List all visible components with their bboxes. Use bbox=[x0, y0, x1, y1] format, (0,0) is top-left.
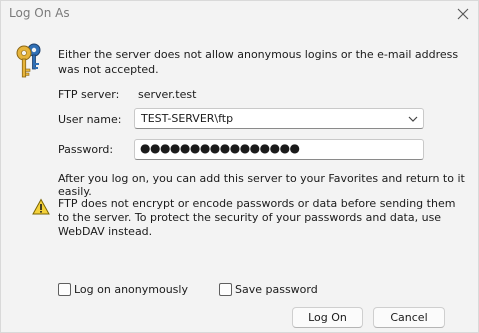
favorites-info-text: After you log on, you can add this serve… bbox=[58, 172, 465, 198]
cancel-button[interactable]: Cancel bbox=[373, 307, 445, 328]
keys-icon bbox=[16, 43, 41, 78]
save-password-checkbox[interactable] bbox=[219, 283, 232, 296]
ftp-server-value: server.test bbox=[138, 88, 197, 101]
warning-icon bbox=[32, 198, 50, 215]
user-name-label: User name: bbox=[58, 113, 122, 126]
logon-dialog: Log On As Either the server does not all… bbox=[0, 0, 479, 333]
user-name-combobox[interactable]: TEST-SERVER\ftp bbox=[134, 108, 424, 129]
chevron-down-icon[interactable] bbox=[407, 113, 419, 125]
close-button[interactable] bbox=[454, 5, 472, 23]
error-message: Either the server does not allow anonymo… bbox=[58, 48, 459, 76]
log-on-anonymously-option[interactable]: Log on anonymously bbox=[58, 283, 188, 296]
cancel-button-label: Cancel bbox=[390, 311, 428, 324]
password-field[interactable]: ●●●●●●●●●●●●●●●● bbox=[134, 139, 424, 160]
log-on-anonymously-checkbox[interactable] bbox=[58, 283, 71, 296]
security-warning-text: FTP does not encrypt or encode passwords… bbox=[58, 197, 456, 238]
password-value[interactable]: ●●●●●●●●●●●●●●●● bbox=[140, 141, 300, 155]
close-icon bbox=[457, 8, 469, 20]
title-bar: Log On As bbox=[1, 1, 478, 27]
log-on-anonymously-label[interactable]: Log on anonymously bbox=[74, 283, 188, 296]
ftp-server-label: FTP server: bbox=[58, 88, 120, 101]
password-label: Password: bbox=[58, 143, 114, 156]
user-name-value[interactable]: TEST-SERVER\ftp bbox=[141, 112, 233, 125]
save-password-option[interactable]: Save password bbox=[219, 283, 318, 296]
save-password-label[interactable]: Save password bbox=[235, 283, 318, 296]
window-title: Log On As bbox=[9, 6, 70, 20]
log-on-button-label: Log On bbox=[308, 311, 347, 324]
log-on-button[interactable]: Log On bbox=[292, 307, 363, 328]
